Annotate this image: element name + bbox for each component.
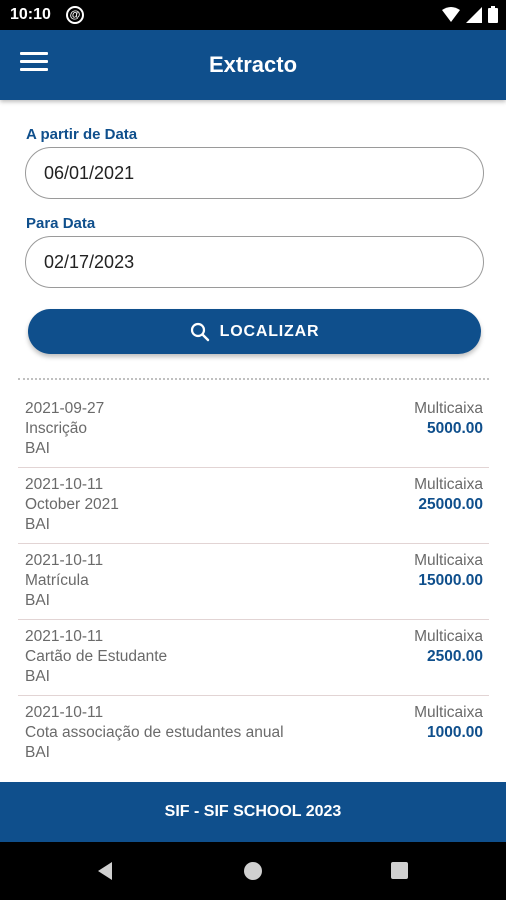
tx-bank: BAI xyxy=(25,668,50,685)
tx-amount: 15000.00 xyxy=(418,572,483,589)
tx-method: Multicaixa xyxy=(414,476,483,493)
from-date-value: 06/01/2021 xyxy=(44,162,135,183)
tx-bank: BAI xyxy=(25,744,50,761)
back-icon[interactable] xyxy=(96,861,114,881)
footer-text: SIF - SIF SCHOOL 2023 xyxy=(164,803,342,820)
tx-bank: BAI xyxy=(25,592,50,609)
tx-amount: 1000.00 xyxy=(426,724,483,741)
search-icon xyxy=(190,322,209,341)
tx-method: Multicaixa xyxy=(414,628,483,645)
system-nav-bar xyxy=(0,842,506,900)
search-button-label: LOCALIZAR xyxy=(219,322,320,340)
tx-description: October 2021 xyxy=(25,496,119,513)
list-item[interactable]: 2021-09-27 Inscrição BAI Multicaixa 5000… xyxy=(18,392,489,468)
page-title: Extracto xyxy=(208,52,298,77)
status-bar: 10:10 @ xyxy=(0,0,506,30)
to-date-value: 02/17/2023 xyxy=(44,251,135,272)
battery-icon xyxy=(488,6,498,23)
from-date-label: A partir de Data xyxy=(26,126,138,143)
notification-icon: @ xyxy=(66,6,84,24)
from-date-field[interactable]: 06/01/2021 xyxy=(25,147,484,199)
list-item[interactable]: 2021-10-11 October 2021 BAI Multicaixa 2… xyxy=(18,468,489,544)
footer: SIF - SIF SCHOOL 2023 xyxy=(0,782,506,842)
tx-date: 2021-09-27 xyxy=(25,400,105,417)
transaction-list: 2021-09-27 Inscrição BAI Multicaixa 5000… xyxy=(18,392,489,771)
tx-description: Cartão de Estudante xyxy=(25,648,168,665)
tx-date: 2021-10-11 xyxy=(25,628,104,645)
home-icon[interactable] xyxy=(244,862,262,880)
signal-icon xyxy=(466,6,482,23)
list-item[interactable]: 2021-10-11 Cartão de Estudante BAI Multi… xyxy=(18,620,489,696)
tx-method: Multicaixa xyxy=(414,400,483,417)
list-item[interactable]: 2021-10-11 Cota associação de estudantes… xyxy=(18,696,489,771)
search-button[interactable]: LOCALIZAR xyxy=(28,309,481,354)
tx-description: Cota associação de estudantes anual xyxy=(25,724,284,741)
tx-amount: 5000.00 xyxy=(426,420,483,437)
status-icons xyxy=(442,6,498,23)
tx-method: Multicaixa xyxy=(414,552,483,569)
tx-bank: BAI xyxy=(25,440,50,457)
tx-method: Multicaixa xyxy=(414,704,483,721)
list-item[interactable]: 2021-10-11 Matrícula BAI Multicaixa 1500… xyxy=(18,544,489,620)
tx-amount: 25000.00 xyxy=(418,496,483,513)
wifi-icon xyxy=(442,6,460,22)
to-date-label: Para Data xyxy=(26,215,96,232)
status-time: 10:10 xyxy=(10,6,51,23)
to-date-field[interactable]: 02/17/2023 xyxy=(25,236,484,288)
divider xyxy=(18,378,489,380)
recent-apps-icon[interactable] xyxy=(391,862,408,879)
app-bar: Extracto xyxy=(0,30,506,100)
tx-description: Matrícula xyxy=(25,572,89,589)
tx-date: 2021-10-11 xyxy=(25,704,104,721)
tx-bank: BAI xyxy=(25,516,50,533)
tx-date: 2021-10-11 xyxy=(25,552,104,569)
tx-amount: 2500.00 xyxy=(426,648,483,665)
tx-date: 2021-10-11 xyxy=(25,476,104,493)
tx-description: Inscrição xyxy=(25,420,88,437)
